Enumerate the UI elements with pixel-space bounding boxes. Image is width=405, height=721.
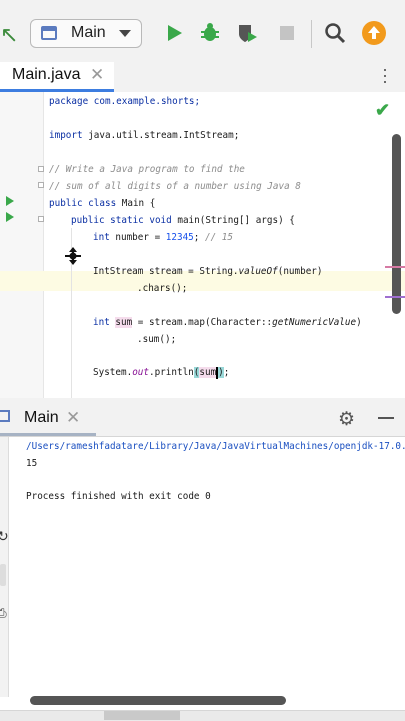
code-comment: // sum of all digits of a number using J… — [49, 181, 301, 192]
tab-label: Main.java — [12, 66, 81, 83]
code-line: public static void main(String[] args) { — [71, 214, 295, 228]
search-icon — [325, 23, 346, 44]
gear-icon[interactable]: ⚙ — [338, 408, 355, 431]
tab-main-java[interactable]: Main.java ✕ — [0, 62, 114, 92]
application-config-icon — [41, 26, 57, 40]
close-icon[interactable]: ✕ — [66, 408, 80, 428]
code-line: int number = 12345; // 15 — [93, 231, 233, 245]
bottom-tool-tab-run[interactable] — [104, 711, 180, 720]
keyword: public static void — [71, 215, 172, 226]
code-line: .chars(); — [137, 283, 188, 294]
fold-icon[interactable] — [38, 182, 44, 188]
run-icon — [168, 25, 182, 41]
console-command-line: /Users/rameshfadatare/Library/Java/JavaV… — [26, 441, 405, 452]
field-name: out — [132, 367, 149, 378]
code-text: ) — [356, 317, 362, 328]
console-output: 15 — [26, 458, 38, 469]
fold-icon[interactable] — [38, 216, 44, 222]
print-icon[interactable]: ⎙ — [0, 606, 7, 621]
code-line: int sum = stream.map(Character::getNumer… — [93, 316, 362, 330]
run-config-label: Main — [71, 24, 106, 41]
editor-gutter — [0, 92, 44, 398]
run-tab-label[interactable]: Main — [24, 409, 59, 427]
keyword: int — [93, 317, 110, 328]
code-text: java.util.stream.IntStream; — [82, 130, 240, 141]
variable-highlight: sum — [199, 367, 217, 378]
code-line: import java.util.stream.IntStream; — [49, 129, 239, 143]
no-problems-check-icon[interactable]: ✔ — [375, 100, 390, 121]
code-text: (number) — [277, 266, 323, 277]
code-comment: // Write a Java program to find the — [49, 164, 245, 175]
keyword: import — [49, 130, 83, 141]
debug-bug-icon — [201, 23, 219, 41]
code-line: IntStream stream = String.valueOf(number… — [93, 265, 323, 279]
move-cursor-icon — [64, 247, 82, 265]
console-action-icon[interactable] — [0, 564, 6, 586]
toolbar-divider — [311, 20, 312, 48]
bottom-tool-strip — [0, 710, 405, 721]
run-button[interactable] — [164, 22, 186, 44]
number-literal: 12345 — [165, 232, 194, 243]
application-config-icon — [0, 410, 10, 422]
code-text: number = — [109, 232, 166, 243]
run-class-gutter-icon[interactable] — [6, 196, 14, 206]
code-text: System. — [93, 367, 133, 378]
code-text: ; — [193, 232, 205, 243]
code-text: ; — [223, 367, 230, 378]
code-text: = stream.map(Character:: — [132, 317, 273, 328]
run-with-coverage-button[interactable] — [236, 22, 258, 44]
code-line: System.out.println(sum); — [93, 366, 229, 380]
more-options-icon[interactable]: · · · — [378, 60, 392, 90]
code-text: .println — [148, 367, 194, 378]
keyword: public class — [49, 198, 117, 209]
code-text: Main { — [116, 198, 156, 209]
code-text: main(String[] args) { — [171, 215, 295, 226]
console-exit-message: Process finished with exit code 0 — [26, 491, 211, 502]
search-button[interactable] — [324, 22, 346, 44]
back-arrow-icon[interactable]: ↖ — [0, 22, 18, 48]
active-tab-indicator — [0, 433, 96, 436]
rerun-icon[interactable]: ↻ — [0, 528, 9, 545]
minimize-icon[interactable] — [378, 417, 394, 419]
code-line: public class Main { — [49, 197, 155, 211]
code-text: IntStream stream = String. — [93, 266, 239, 277]
package-statement: package com.example.shorts; — [49, 96, 201, 107]
code-line: .sum(); — [137, 334, 177, 345]
stop-button[interactable] — [276, 22, 298, 44]
code-line: package com.example.shorts; — [49, 95, 200, 109]
method-name: valueOf — [238, 266, 278, 277]
coverage-icon — [239, 25, 257, 42]
keyword: int — [93, 232, 110, 243]
error-stripe-marker[interactable] — [385, 296, 405, 298]
debug-button[interactable] — [199, 22, 221, 44]
run-configuration-selector[interactable]: Main — [30, 19, 142, 48]
close-icon[interactable]: ✕ — [90, 65, 104, 85]
run-main-gutter-icon[interactable] — [6, 212, 14, 222]
fold-icon[interactable] — [38, 166, 44, 172]
console-horizontal-scrollbar[interactable] — [30, 696, 286, 705]
chevron-down-icon — [119, 30, 131, 37]
stop-icon — [280, 26, 294, 40]
error-stripe-marker[interactable] — [385, 266, 405, 268]
update-arrow-icon — [368, 26, 380, 39]
method-name: getNumericValue — [272, 317, 357, 328]
code-comment: // 15 — [204, 232, 233, 243]
variable-highlight: sum — [115, 317, 133, 328]
editor-scrollbar[interactable] — [392, 134, 401, 314]
update-button[interactable] — [362, 21, 386, 45]
editor-tab-bar: Main.java ✕ — [0, 62, 405, 93]
